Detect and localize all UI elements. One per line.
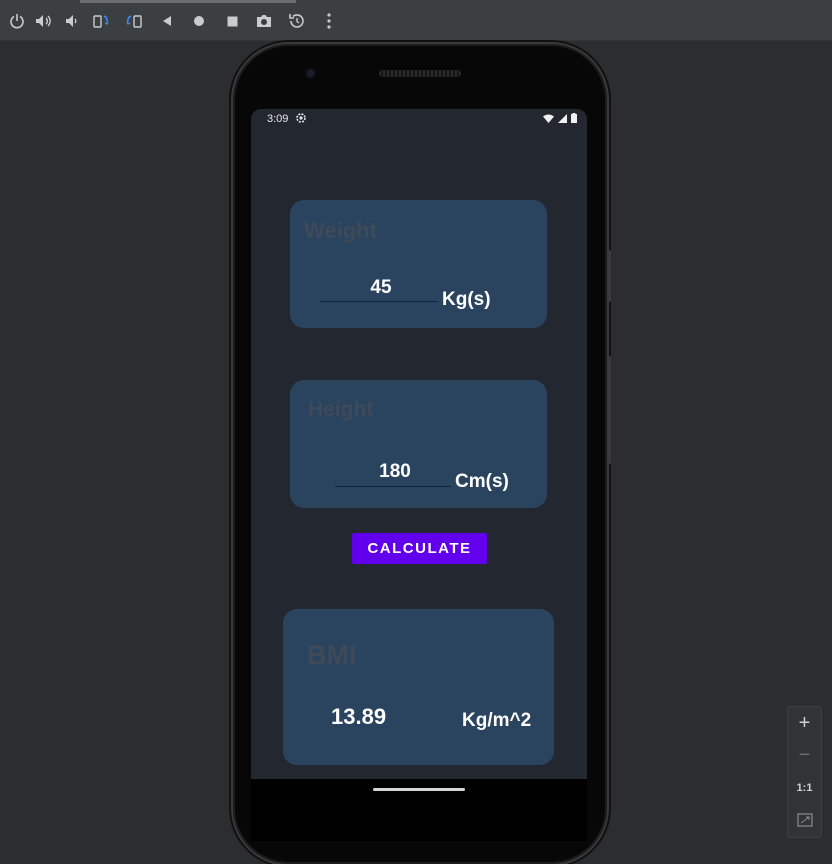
bmi-unit: Kg/m^2 [462,710,532,731]
actual-size-button[interactable]: 1:1 [788,772,821,804]
bmi-title: BMI [307,640,357,670]
emulator-toolbar [0,0,832,41]
rotate-left-icon[interactable] [90,10,112,32]
settings-gear-icon [296,113,306,123]
weight-input[interactable] [320,275,442,301]
overview-icon[interactable] [221,10,243,32]
zoom-out-button[interactable]: − [788,739,821,771]
snapshot-icon[interactable] [286,10,308,32]
volume-down-icon[interactable] [61,10,83,32]
power-rocker [608,356,611,464]
power-icon[interactable] [6,10,28,32]
front-camera [305,68,316,79]
weight-input-underline [320,301,438,302]
volume-rocker [608,250,611,302]
bmi-value: 13.89 [331,704,387,729]
home-icon[interactable] [188,10,210,32]
screenshot-icon[interactable] [253,10,275,32]
home-gesture-pill[interactable] [373,788,465,791]
tab-indicator [80,0,296,3]
navigation-bar [251,779,587,841]
wifi-icon [543,114,554,123]
status-bar: 3:09 [251,109,587,131]
weight-title: Weight [304,218,377,243]
height-card: Height Cm(s) [290,380,547,508]
zoom-in-button[interactable]: + [788,707,821,739]
fit-screen-icon[interactable] [788,804,821,836]
volume-up-icon[interactable] [33,10,55,32]
height-unit: Cm(s) [455,471,509,492]
weight-card: Weight Kg(s) [290,200,547,328]
device-screen: 3:09 Weight Kg(s) Height Cm(s) CALCULATE… [251,109,587,779]
back-icon[interactable] [156,10,178,32]
height-input[interactable] [335,459,455,485]
weight-unit: Kg(s) [442,289,491,310]
earpiece-speaker [379,70,461,77]
rotate-right-icon[interactable] [123,10,145,32]
battery-icon [571,113,577,123]
status-time: 3:09 [267,113,289,125]
more-icon[interactable] [318,10,340,32]
height-title: Height [308,398,374,421]
signal-icon [558,113,567,123]
zoom-controls: + − 1:1 [787,706,822,838]
height-input-underline [335,486,451,487]
bmi-card: BMI 13.89 Kg/m^2 [283,609,554,765]
calculate-button[interactable]: CALCULATE [352,533,487,564]
